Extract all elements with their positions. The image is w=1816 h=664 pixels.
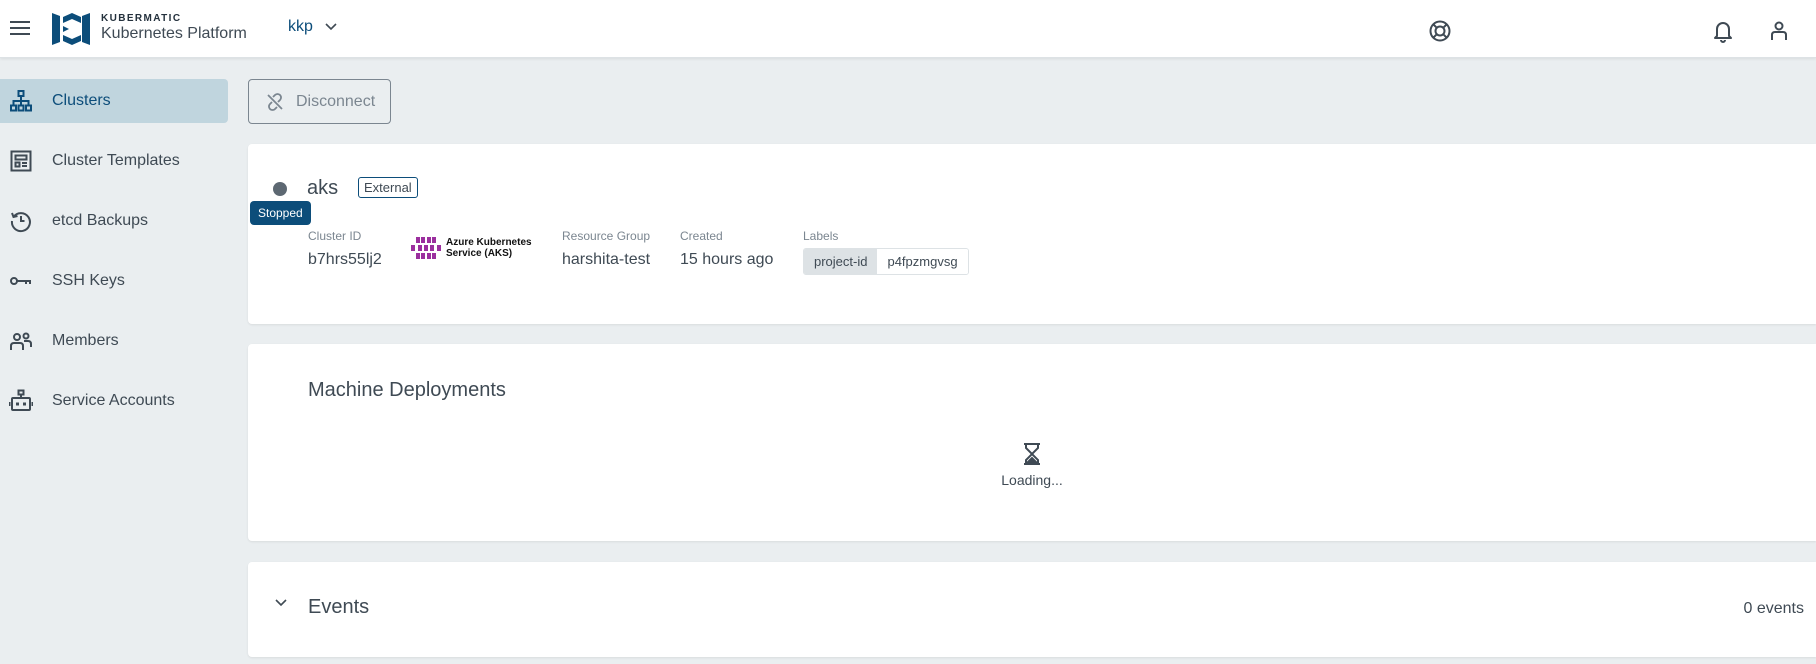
- project-name: kkp: [288, 18, 313, 35]
- sidebar-item-clusters[interactable]: Clusters: [0, 79, 228, 123]
- chevron-down-icon[interactable]: [274, 596, 288, 610]
- sidebar-item-members[interactable]: Members: [0, 319, 228, 363]
- events-card: Events 0 events: [248, 562, 1816, 657]
- sidebar-item-cluster-templates[interactable]: Cluster Templates: [0, 139, 228, 183]
- aks-text-line2: Service (AKS): [446, 248, 513, 259]
- hourglass-icon: [1024, 443, 1040, 465]
- events-count: 0 events: [1743, 600, 1804, 617]
- label-key: project-id: [804, 249, 878, 274]
- label-chip: project-id p4fpzmgvsg: [803, 248, 969, 275]
- loading-text: Loading...: [1001, 472, 1063, 488]
- sidebar-item-label: Members: [52, 332, 119, 349]
- brand-small: KUBERMATIC: [101, 13, 182, 24]
- resource-group-field: Resource Group harshita-test: [562, 229, 650, 269]
- labels-field: Labels project-id p4fpzmgvsg: [803, 229, 969, 275]
- disconnect-button[interactable]: Disconnect: [248, 79, 391, 124]
- sidebar-item-label: SSH Keys: [52, 272, 125, 289]
- events-title[interactable]: Events: [308, 596, 369, 619]
- history-icon: [9, 209, 33, 233]
- disconnect-label: Disconnect: [296, 92, 376, 110]
- top-bar: KUBERMATIC Kubernetes Platform kkp: [0, 0, 1816, 58]
- kubermatic-logo-icon[interactable]: [52, 13, 90, 45]
- resource-group-value: harshita-test: [562, 251, 651, 268]
- status-tooltip: Stopped: [250, 201, 311, 225]
- menu-icon[interactable]: [8, 16, 34, 40]
- help-icon[interactable]: [1428, 19, 1452, 43]
- status-indicator[interactable]: [273, 182, 287, 196]
- members-icon: [9, 329, 33, 353]
- aks-text-line1: Azure Kubernetes: [446, 237, 532, 248]
- cluster-name: aks: [307, 177, 339, 199]
- machine-deployments-card: Machine Deployments Loading...: [248, 344, 1816, 541]
- external-badge: External: [358, 177, 418, 198]
- chevron-down-icon: [325, 23, 337, 31]
- aks-text: Azure Kubernetes Service (AKS): [446, 237, 532, 259]
- sidebar-item-service-accounts[interactable]: Service Accounts: [0, 379, 228, 423]
- sidebar-item-label: Cluster Templates: [52, 152, 180, 169]
- sidebar-item-ssh-keys[interactable]: SSH Keys: [0, 259, 228, 303]
- sidebar-item-label: Service Accounts: [52, 392, 175, 409]
- link-off-icon: [267, 93, 283, 111]
- sidebar: Clusters Cluster Templates etcd Backups …: [0, 58, 240, 664]
- aks-icon: [411, 237, 441, 259]
- brand-name: Kubernetes Platform: [101, 25, 247, 42]
- loading-indicator: Loading...: [248, 442, 1816, 488]
- cluster-id-value: b7hrs55lj2: [308, 251, 382, 268]
- sidebar-item-etcd-backups[interactable]: etcd Backups: [0, 199, 228, 243]
- account-icon[interactable]: [1767, 19, 1791, 43]
- machine-deployments-title: Machine Deployments: [308, 379, 506, 401]
- aks-provider-logo: Azure Kubernetes Service (AKS): [411, 237, 532, 259]
- label-value: p4fpzmgvsg: [877, 249, 968, 274]
- labels-label: Labels: [803, 229, 839, 243]
- key-icon: [9, 269, 33, 293]
- cluster-card: Stopped aks External Cluster ID b7hrs55l…: [248, 144, 1816, 324]
- clusters-icon: [9, 89, 33, 113]
- resource-group-label: Resource Group: [562, 229, 651, 243]
- notifications-icon[interactable]: [1711, 19, 1735, 43]
- created-label: Created: [680, 229, 723, 243]
- created-value: 15 hours ago: [680, 251, 774, 268]
- cluster-templates-icon: [9, 149, 33, 173]
- sidebar-item-label: etcd Backups: [52, 212, 149, 229]
- created-field: Created 15 hours ago: [680, 229, 773, 269]
- robot-icon: [8, 389, 34, 413]
- cluster-id-field: Cluster ID b7hrs55lj2: [308, 229, 382, 269]
- cluster-id-label: Cluster ID: [308, 229, 362, 243]
- sidebar-item-label: Clusters: [52, 92, 111, 109]
- brand: KUBERMATIC Kubernetes Platform: [101, 13, 247, 43]
- project-selector[interactable]: kkp: [288, 18, 337, 36]
